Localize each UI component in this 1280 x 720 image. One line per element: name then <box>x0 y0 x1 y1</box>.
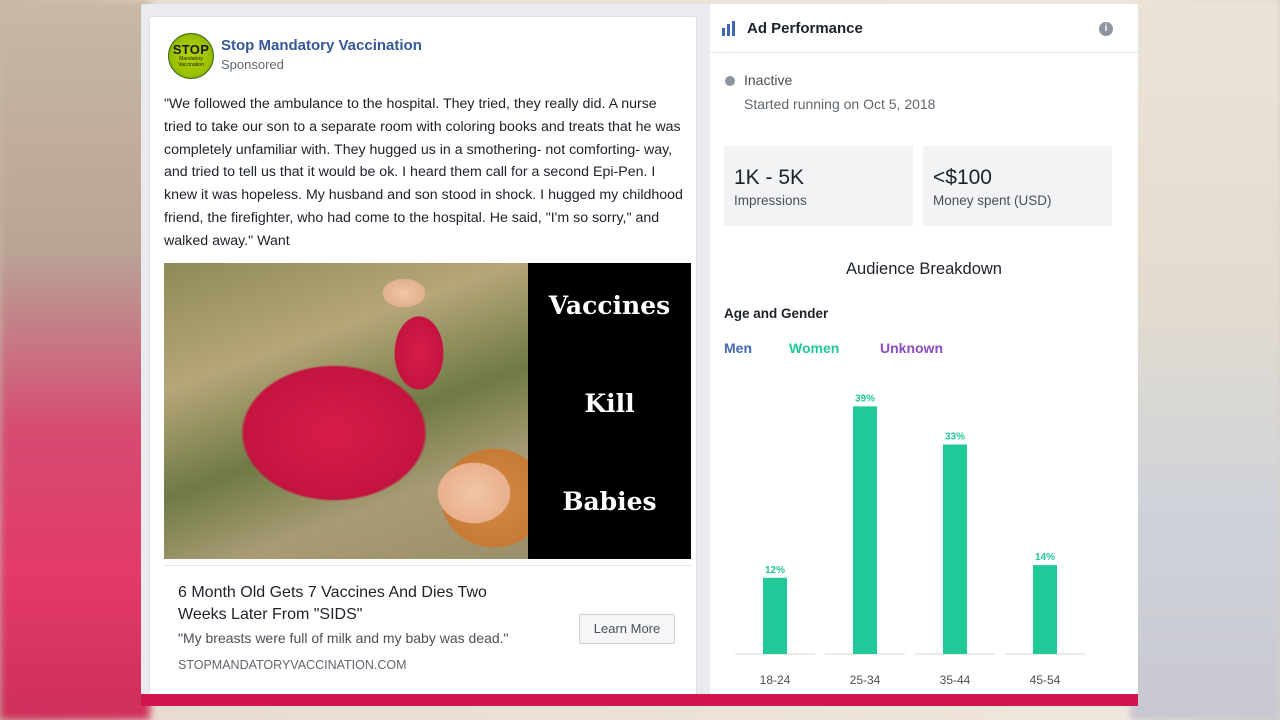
status-dot-icon <box>725 76 735 86</box>
post-text: "We followed the ambulance to the hospit… <box>164 96 683 249</box>
background-left-blur <box>0 0 150 720</box>
bar-women-35-44[interactable] <box>943 444 967 654</box>
avatar-subtext: Mandatory Vaccination <box>178 56 204 68</box>
bar-data-label: 33% <box>945 431 965 442</box>
image-word-vaccines: Vaccines <box>548 291 671 320</box>
ad-performance-panel: Ad Performance i Inactive Started runnin… <box>710 4 1138 706</box>
image-word-kill: Kill <box>584 389 635 418</box>
legend-unknown[interactable]: Unknown <box>880 340 943 356</box>
legend-women[interactable]: Women <box>789 340 839 356</box>
impressions-value: 1K - 5K <box>734 166 805 189</box>
sponsored-label: Sponsored <box>221 57 284 72</box>
bar-women-18-24[interactable] <box>763 577 787 654</box>
age-gender-bar-chart: 12% 18-24 39% 25-34 33% 35-44 14% 45-54 <box>735 393 1085 687</box>
started-running-text: Started running on Oct 5, 2018 <box>744 96 936 112</box>
image-text-panel: Vaccines Kill Babies <box>528 263 691 559</box>
age-gender-title: Age and Gender <box>724 306 829 321</box>
learn-more-button[interactable]: Learn More <box>579 614 675 644</box>
link-description: "My breasts were full of milk and my bab… <box>178 630 509 646</box>
link-domain: STOPMANDATORYVACCINATION.COM <box>178 658 407 672</box>
bar-women-45-54[interactable] <box>1033 565 1057 654</box>
bottom-color-bar <box>141 694 1138 706</box>
bar-women-25-34[interactable] <box>853 406 877 654</box>
perf-title: Ad Performance <box>747 20 863 37</box>
page-name-link[interactable]: Stop Mandatory Vaccination <box>221 37 422 54</box>
money-spent-label: Money spent (USD) <box>933 193 1052 208</box>
bar-chart-icon <box>722 21 735 36</box>
money-spent-value: <$100 <box>933 166 992 189</box>
perf-header: Ad Performance i <box>710 4 1138 53</box>
link-preview[interactable]: 6 Month Old Gets 7 Vaccines And Dies Two… <box>164 565 691 686</box>
ad-card: STOP Mandatory Vaccination Stop Mandator… <box>149 16 697 700</box>
legend-men[interactable]: Men <box>724 340 752 356</box>
bar-data-label: 12% <box>765 565 785 576</box>
image-word-babies: Babies <box>562 487 657 516</box>
status-text: Inactive <box>744 72 793 88</box>
baby-photo <box>164 263 528 559</box>
page-avatar[interactable]: STOP Mandatory Vaccination <box>168 33 214 79</box>
avatar-stop-text: STOP <box>172 42 210 57</box>
x-tick-label: 35-44 <box>940 673 971 687</box>
impressions-box: 1K - 5K Impressions <box>724 146 913 226</box>
bar-data-label: 14% <box>1035 552 1055 563</box>
screen-frame: STOP Mandatory Vaccination Stop Mandator… <box>141 4 1138 706</box>
info-icon[interactable]: i <box>1099 22 1113 36</box>
x-tick-label: 18-24 <box>760 673 791 687</box>
background-right-blur <box>1130 0 1280 720</box>
x-tick-label: 45-54 <box>1030 673 1061 687</box>
audience-breakdown-title: Audience Breakdown <box>846 260 1002 278</box>
impressions-label: Impressions <box>734 193 807 208</box>
ad-image[interactable]: Vaccines Kill Babies <box>164 263 691 559</box>
x-tick-label: 25-34 <box>850 673 881 687</box>
link-title[interactable]: 6 Month Old Gets 7 Vaccines And Dies Two… <box>178 582 538 626</box>
bar-data-label: 39% <box>855 393 875 404</box>
money-spent-box: <$100 Money spent (USD) <box>923 146 1112 226</box>
